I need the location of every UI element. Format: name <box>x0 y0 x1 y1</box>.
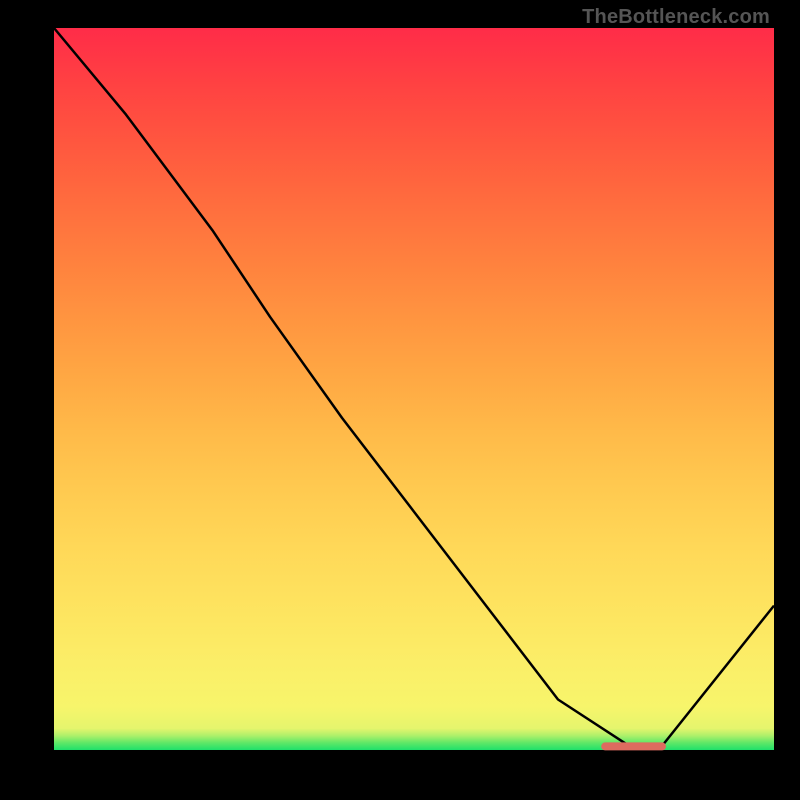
bottleneck-curve-path <box>54 28 774 750</box>
chart-svg <box>0 0 800 800</box>
chart-frame: TheBottleneck.com <box>0 0 800 800</box>
bottleneck-curve <box>54 28 774 750</box>
optimal-marker <box>601 742 666 750</box>
optimal-marker-bar <box>601 742 666 750</box>
